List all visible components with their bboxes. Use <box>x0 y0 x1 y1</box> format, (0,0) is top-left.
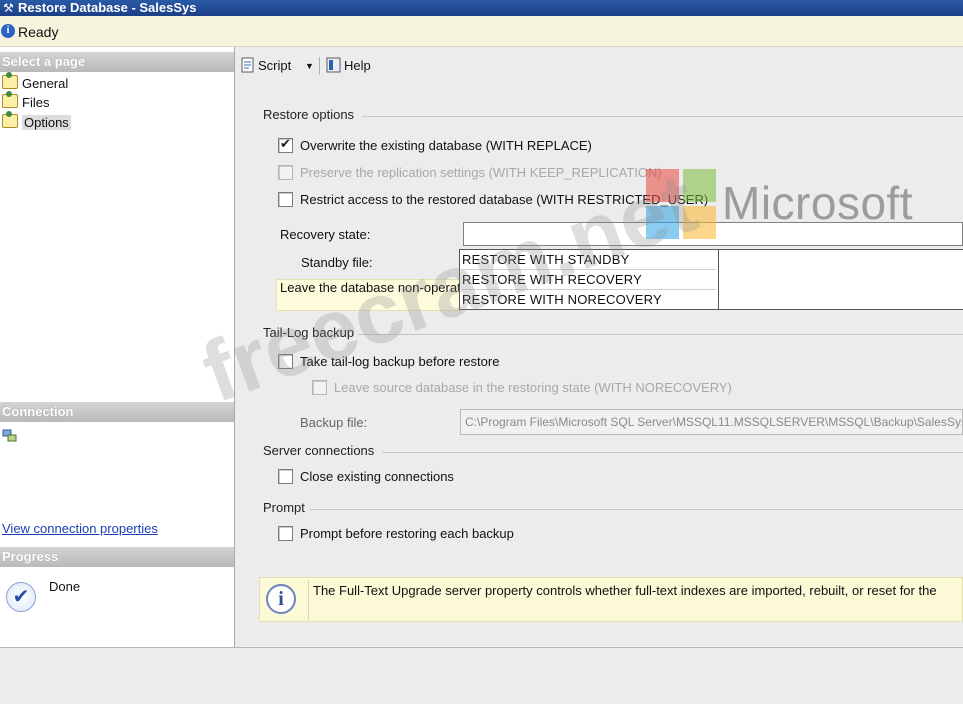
prompt-title: Prompt <box>263 500 305 515</box>
server-connection-icon <box>2 429 18 443</box>
close-connections-checkbox[interactable] <box>278 469 293 484</box>
done-check-icon: ✔ <box>6 582 36 612</box>
leave-source-checkbox[interactable] <box>312 380 327 395</box>
page-item-label: Files <box>22 95 50 110</box>
microsoft-watermark-text: Microsoft <box>722 177 914 229</box>
backup-file-label: Backup file: <box>300 415 368 430</box>
overwrite-label: Overwrite the existing database (WITH RE… <box>300 138 592 153</box>
toolbar: Script ▼ Help <box>235 52 963 80</box>
group-divider <box>358 334 963 335</box>
page-item-files[interactable]: Files <box>0 91 50 112</box>
preserve-replication-checkbox[interactable] <box>278 165 293 180</box>
recovery-description-box: Leave the database non-operational <box>276 279 462 311</box>
logo-square <box>683 206 716 239</box>
help-label: Help <box>344 58 371 73</box>
script-dropdown-arrow-icon[interactable]: ▼ <box>305 57 314 75</box>
recovery-state-label: Recovery state: <box>280 227 371 242</box>
group-divider <box>310 509 963 510</box>
overwrite-checkbox[interactable] <box>278 136 293 153</box>
standby-file-field[interactable] <box>719 249 963 310</box>
page-item-label: General <box>22 76 69 91</box>
leave-source-label: Leave source database in the restoring s… <box>334 380 732 395</box>
microsoft-logo-watermark <box>646 169 718 239</box>
restore-options-title: Restore options <box>263 107 355 122</box>
group-divider <box>382 452 963 453</box>
recovery-option-standby[interactable]: RESTORE WITH STANDBY <box>462 250 716 270</box>
connection-header: Connection <box>0 402 234 422</box>
dialog-footer <box>0 647 963 704</box>
options-panel <box>235 47 963 647</box>
prompt-before-restore-checkbox[interactable] <box>278 526 293 541</box>
page-icon <box>2 111 18 128</box>
page-item-label: Options <box>22 115 71 130</box>
left-pane: Select a page General Files Options Conn… <box>0 47 235 647</box>
recovery-state-dropdown-list: RESTORE WITH STANDBY RESTORE WITH RECOVE… <box>459 249 719 310</box>
status-text: Ready <box>18 24 59 40</box>
tail-log-title: Tail-Log backup <box>263 325 355 340</box>
preserve-replication-label: Preserve the replication settings (WITH … <box>300 165 662 180</box>
select-page-header: Select a page <box>0 52 234 72</box>
recovery-option-recovery[interactable]: RESTORE WITH RECOVERY <box>462 270 716 290</box>
tail-log-backup-label: Take tail-log backup before restore <box>300 354 500 369</box>
help-button[interactable]: Help <box>326 57 371 75</box>
logo-square <box>646 169 679 202</box>
script-label: Script <box>258 58 292 73</box>
restore-database-icon: ⚒ <box>3 1 14 15</box>
information-icon: i <box>266 584 296 614</box>
recovery-description: Leave the database non-operational <box>280 280 462 295</box>
standby-file-label: Standby file: <box>301 255 373 270</box>
page-item-options[interactable]: Options <box>0 111 71 132</box>
status-bar: i Ready <box>0 16 963 47</box>
server-connections-title: Server connections <box>263 443 375 458</box>
info-message-text: The Full-Text Upgrade server property co… <box>313 583 937 598</box>
info-separator <box>308 580 309 620</box>
logo-square <box>646 206 679 239</box>
progress-status: Done <box>49 579 81 594</box>
group-divider <box>362 116 963 117</box>
logo-square <box>683 169 716 202</box>
view-connection-properties-link[interactable]: View connection properties <box>2 521 158 536</box>
recovery-option-norecovery[interactable]: RESTORE WITH NORECOVERY <box>462 290 716 309</box>
progress-header: Progress <box>0 547 234 567</box>
toolbar-separator <box>319 57 320 75</box>
backup-file-value: C:\Program Files\Microsoft SQL Server\MS… <box>465 415 963 429</box>
close-connections-label: Close existing connections <box>300 469 454 484</box>
restrict-access-checkbox[interactable] <box>278 192 293 207</box>
prompt-before-restore-label: Prompt before restoring each backup <box>300 526 514 541</box>
backup-file-field[interactable]: C:\Program Files\Microsoft SQL Server\MS… <box>460 409 963 435</box>
info-icon: i <box>1 24 15 38</box>
help-icon <box>326 57 342 73</box>
title-bar: ⚒ Restore Database - SalesSys <box>0 0 963 16</box>
tail-log-backup-checkbox[interactable] <box>278 354 293 369</box>
page-icon <box>2 91 18 108</box>
info-message-box: i The Full-Text Upgrade server property … <box>259 577 963 622</box>
script-button[interactable]: Script <box>240 57 291 75</box>
page-icon <box>2 72 18 89</box>
script-icon <box>240 57 256 73</box>
window-title: Restore Database - SalesSys <box>18 0 197 15</box>
